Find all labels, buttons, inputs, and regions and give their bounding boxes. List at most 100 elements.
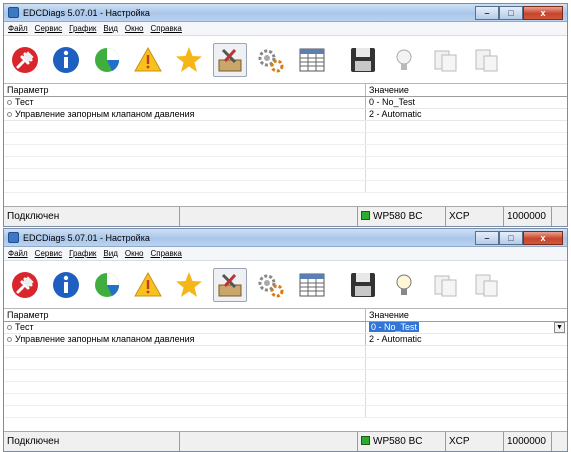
lightbulb-icon[interactable] [387,43,421,77]
warning-icon[interactable] [131,43,165,77]
param-value[interactable]: 2 - Automatic [366,334,567,345]
disconnect-plug-icon[interactable] [8,268,42,302]
pie-chart-icon[interactable] [90,268,124,302]
toolbar [4,261,567,309]
status-bar: Подключен WP580 BC XCP 1000000 [4,206,567,226]
table-row[interactable]: Тест 0 - No_Test ▼ [4,322,567,334]
column-header-value[interactable]: Значение [366,309,567,321]
chevron-down-icon[interactable]: ▼ [554,322,565,333]
menu-view[interactable]: Вид [103,249,117,258]
gears-icon[interactable] [254,268,288,302]
status-protocol: XCP [446,207,504,226]
empty-row [4,121,567,133]
status-empty-pane [180,207,358,226]
status-connection: Подключен [4,207,180,226]
close-button[interactable]: x [523,230,563,245]
menu-window[interactable]: Окно [125,249,144,258]
empty-row [4,133,567,145]
copy-disabled-icon[interactable] [428,268,462,302]
empty-row [4,358,567,370]
status-protocol: XCP [446,432,504,451]
menu-bar: Файл Сервис График Вид Окно Справка [4,22,567,36]
menu-help[interactable]: Справка [151,249,182,258]
empty-row [4,406,567,418]
row-bullet-icon [7,337,12,342]
save-icon[interactable] [346,43,380,77]
menu-file[interactable]: Файл [8,24,28,33]
window-title: EDCDiags 5.07.01 - Настройка [23,7,150,18]
menu-file[interactable]: Файл [8,249,28,258]
param-name: Тест [15,97,34,107]
menu-service[interactable]: Сервис [35,24,62,33]
status-baud: 1000000 [504,207,552,226]
menu-graph[interactable]: График [69,249,96,258]
empty-row [4,382,567,394]
settings-window-2: EDCDiags 5.07.01 - Настройка – □ x Файл … [3,228,568,452]
parameter-grid: Параметр Значение Тест 0 - No_Test Управ… [4,84,567,207]
status-empty-pane [180,432,358,451]
save-icon[interactable] [346,268,380,302]
minimize-button[interactable]: – [475,230,499,245]
empty-row [4,169,567,181]
empty-row [4,394,567,406]
close-button[interactable]: x [523,5,563,20]
gears-icon[interactable] [254,43,288,77]
column-header-value[interactable]: Значение [366,84,567,96]
maximize-button[interactable]: □ [499,5,523,20]
menu-view[interactable]: Вид [103,24,117,33]
tools-icon[interactable] [213,42,247,77]
param-value[interactable]: 0 - No_Test [366,97,567,108]
disconnect-plug-icon[interactable] [8,43,42,77]
warning-icon[interactable] [131,268,165,302]
star-icon[interactable] [172,43,206,77]
tools-icon[interactable] [213,267,247,302]
paste-disabled-icon[interactable] [469,268,503,302]
maximize-button[interactable]: □ [499,230,523,245]
empty-row [4,145,567,157]
toolbar [4,36,567,84]
menu-window[interactable]: Окно [125,24,144,33]
lightbulb-icon[interactable] [387,268,421,302]
table-row[interactable]: Управление запорным клапаном давления 2 … [4,334,567,346]
param-value[interactable]: 2 - Automatic [366,109,567,120]
app-icon [8,232,19,243]
table-icon[interactable] [295,43,329,77]
window-title: EDCDiags 5.07.01 - Настройка [23,232,150,243]
star-icon[interactable] [172,268,206,302]
status-device: WP580 BC [358,432,446,451]
table-row[interactable]: Управление запорным клапаном давления 2 … [4,109,567,121]
menu-service[interactable]: Сервис [35,249,62,258]
connection-led-icon [361,211,370,220]
info-icon[interactable] [49,43,83,77]
column-header-param[interactable]: Параметр [4,84,366,96]
menu-help[interactable]: Справка [151,24,182,33]
status-baud: 1000000 [504,432,552,451]
title-bar[interactable]: EDCDiags 5.07.01 - Настройка – □ x [4,229,567,247]
table-row[interactable]: Тест 0 - No_Test [4,97,567,109]
selected-value[interactable]: 0 - No_Test [369,322,420,332]
status-device: WP580 BC [358,207,446,226]
table-icon[interactable] [295,268,329,302]
empty-row [4,181,567,193]
title-bar[interactable]: EDCDiags 5.07.01 - Настройка – □ x [4,4,567,22]
grid-header: Параметр Значение [4,84,567,97]
paste-disabled-icon[interactable] [469,43,503,77]
info-icon[interactable] [49,268,83,302]
param-name: Управление запорным клапаном давления [15,109,195,119]
parameter-grid: Параметр Значение Тест 0 - No_Test ▼ Упр… [4,309,567,432]
device-name: WP580 BC [373,211,423,222]
menu-graph[interactable]: График [69,24,96,33]
empty-row [4,346,567,358]
status-bar: Подключен WP580 BC XCP 1000000 [4,431,567,451]
device-name: WP580 BC [373,436,423,447]
empty-row [4,370,567,382]
copy-disabled-icon[interactable] [428,43,462,77]
minimize-button[interactable]: – [475,5,499,20]
settings-window-1: EDCDiags 5.07.01 - Настройка – □ x Файл … [3,3,568,227]
column-header-param[interactable]: Параметр [4,309,366,321]
row-bullet-icon [7,100,12,105]
grid-header: Параметр Значение [4,309,567,322]
value-dropdown[interactable]: 0 - No_Test ▼ [366,322,567,333]
pie-chart-icon[interactable] [90,43,124,77]
menu-bar: Файл Сервис График Вид Окно Справка [4,247,567,261]
